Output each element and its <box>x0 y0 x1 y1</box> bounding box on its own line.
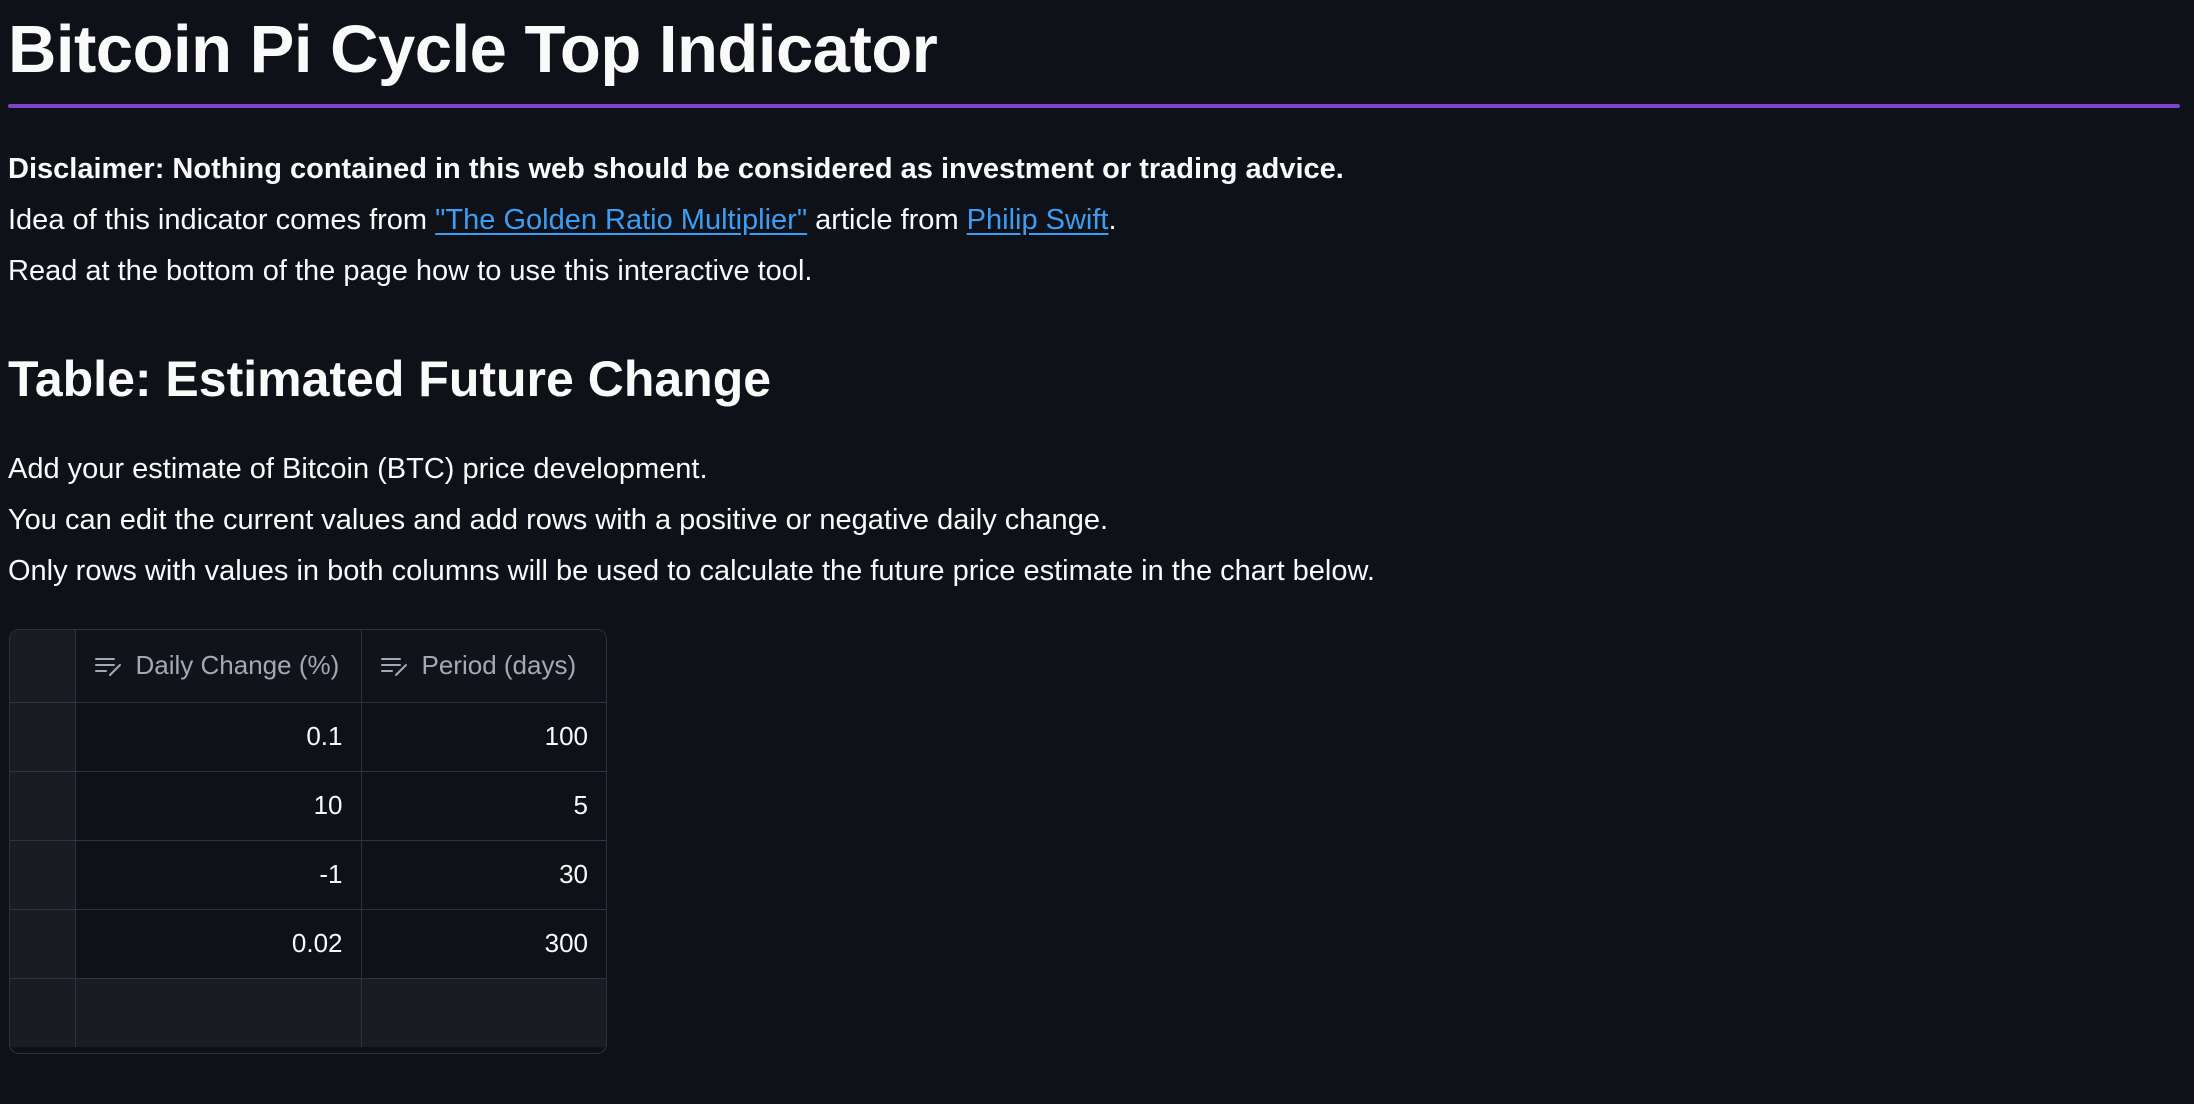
estimate-data-editor[interactable]: Daily Change (%) Period (days) 0.1 100 1… <box>9 629 607 1054</box>
disclaimer-line: Disclaimer: Nothing contained in this we… <box>8 144 1344 195</box>
period-cell[interactable]: 300 <box>361 909 606 979</box>
column-header-daily-change[interactable]: Daily Change (%) <box>75 630 362 703</box>
table-header-row: Daily Change (%) Period (days) <box>10 630 606 703</box>
add-row-daily-change-cell[interactable] <box>75 978 362 1047</box>
estimate-table: Daily Change (%) Period (days) 0.1 100 1… <box>10 630 606 1047</box>
idea-line: Idea of this indicator comes from "The G… <box>8 195 1344 246</box>
idea-prefix: Idea of this indicator comes from <box>8 204 436 236</box>
description-line-2: You can edit the current values and add … <box>8 504 1109 536</box>
add-row[interactable] <box>10 978 606 1047</box>
daily-change-cell[interactable]: 10 <box>75 771 362 841</box>
daily-change-cell[interactable]: 0.1 <box>75 702 362 772</box>
table-row: 0.02 300 <box>10 909 606 979</box>
section-heading: Table: Estimated Future Change <box>8 351 772 407</box>
section-description: Add your estimate of Bitcoin (BTC) price… <box>8 444 1375 597</box>
row-index-cell[interactable] <box>10 909 76 979</box>
table-row: -1 30 <box>10 840 606 910</box>
disclaimer-text: Disclaimer: Nothing contained in this we… <box>8 153 1344 185</box>
column-label-period: Period (days) <box>421 650 577 681</box>
row-index-header <box>10 630 76 703</box>
row-index-cell[interactable] <box>10 702 76 772</box>
period-cell[interactable]: 100 <box>361 702 606 772</box>
add-row-period-cell[interactable] <box>361 978 606 1047</box>
table-row: 10 5 <box>10 771 606 841</box>
column-label-daily-change: Daily Change (%) <box>135 650 340 681</box>
page-title: Bitcoin Pi Cycle Top Indicator <box>8 12 938 87</box>
row-index-cell[interactable] <box>10 840 76 910</box>
read-note: Read at the bottom of the page how to us… <box>8 255 813 287</box>
idea-suffix: . <box>1108 204 1117 236</box>
author-link[interactable]: Philip Swift <box>967 204 1109 236</box>
period-cell[interactable]: 5 <box>361 771 606 841</box>
add-row-index-cell[interactable] <box>10 978 76 1047</box>
daily-change-cell[interactable]: -1 <box>75 840 362 910</box>
article-link[interactable]: "The Golden Ratio Multiplier" <box>435 204 807 236</box>
column-header-period[interactable]: Period (days) <box>361 630 606 703</box>
daily-change-cell[interactable]: 0.02 <box>75 909 362 979</box>
idea-middle: article from <box>807 204 967 236</box>
edit-column-icon <box>380 657 407 676</box>
title-divider <box>8 104 2180 108</box>
edit-column-icon <box>94 657 121 676</box>
intro-text: Disclaimer: Nothing contained in this we… <box>8 144 1344 297</box>
description-line-1: Add your estimate of Bitcoin (BTC) price… <box>8 453 708 485</box>
period-cell[interactable]: 30 <box>361 840 606 910</box>
table-row: 0.1 100 <box>10 702 606 772</box>
description-line-3: Only rows with values in both columns wi… <box>8 555 1375 587</box>
row-index-cell[interactable] <box>10 771 76 841</box>
